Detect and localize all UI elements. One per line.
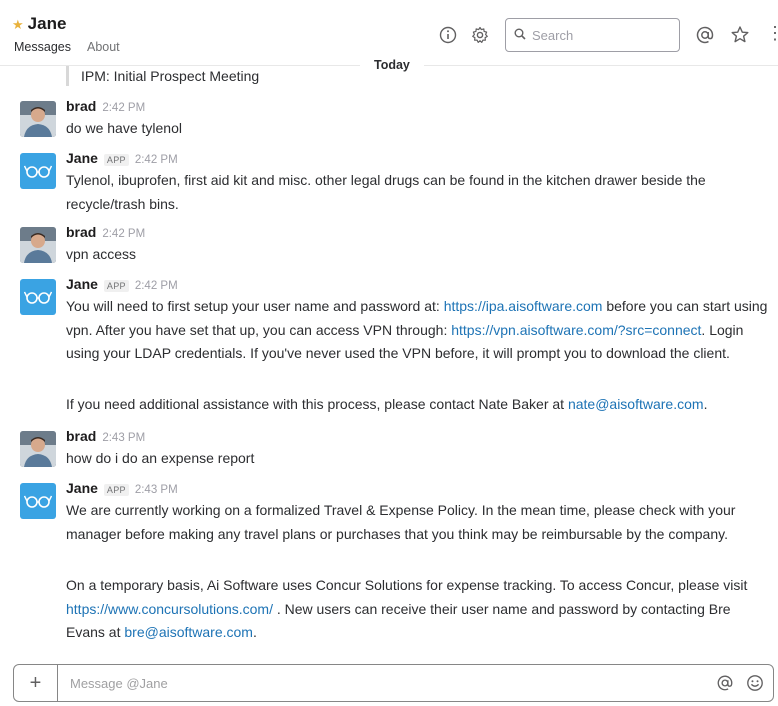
link-email-nate[interactable]: nate@aisoftware.com	[568, 396, 704, 412]
author-name[interactable]: Jane	[66, 150, 98, 166]
message-header: brad 2:42 PM	[66, 224, 145, 240]
message-text: vpn access	[66, 246, 137, 262]
message-time[interactable]: 2:42 PM	[135, 154, 178, 166]
message-text: If you need additional assistance with t…	[66, 393, 770, 417]
avatar-jane-glasses-icon[interactable]	[20, 279, 56, 315]
quoted-text: IPM: Initial Prospect Meeting	[81, 68, 260, 84]
message-header: Jane APP 2:42 PM	[66, 150, 178, 166]
quoted-attachment: IPM: Initial Prospect Meeting	[66, 66, 259, 86]
message-time[interactable]: 2:43 PM	[135, 484, 178, 496]
author-name[interactable]: brad	[66, 98, 96, 114]
avatar-jane-glasses-icon[interactable]	[20, 483, 56, 519]
app-badge: APP	[103, 154, 129, 166]
link-vpn[interactable]: https://vpn.aisoftware.com/?src=connect	[451, 322, 701, 338]
link-email-bre[interactable]: bre@aisoftware.com	[124, 624, 253, 640]
avatar-brad[interactable]	[20, 101, 56, 137]
search-icon	[514, 28, 526, 43]
author-name[interactable]: brad	[66, 428, 96, 444]
quote-bar	[66, 66, 69, 86]
header-tabs: Messages About	[14, 40, 120, 54]
author-name[interactable]: brad	[66, 224, 96, 240]
app-badge: APP	[103, 484, 129, 496]
message-time[interactable]: 2:42 PM	[135, 280, 178, 292]
message-input[interactable]	[58, 675, 713, 691]
search-box[interactable]	[505, 18, 680, 52]
message-time[interactable]: 2:42 PM	[102, 102, 145, 114]
message-composer: +	[13, 664, 774, 702]
star-outline-icon[interactable]	[729, 24, 751, 46]
app-badge: APP	[103, 280, 129, 292]
message-list: IPM: Initial Prospect Meeting brad 2:42 …	[0, 66, 778, 656]
message-text: Tylenol, ibuprofen, first aid kit and mi…	[66, 172, 706, 212]
avatar-brad[interactable]	[20, 227, 56, 263]
link-ipa[interactable]: https://ipa.aisoftware.com	[444, 298, 603, 314]
message-text: On a temporary basis, Ai Software uses C…	[66, 574, 770, 645]
avatar-jane-glasses-icon[interactable]	[20, 153, 56, 189]
text-segment: .	[252, 624, 257, 640]
message-header: Jane APP 2:42 PM	[66, 276, 178, 292]
text-segment: .	[703, 396, 708, 412]
more-options-icon[interactable]: ⋮	[766, 24, 778, 42]
channel-header: ★ Jane Messages About ⋮	[0, 0, 778, 64]
text-segment: If you need additional assistance with t…	[66, 396, 568, 412]
avatar-brad[interactable]	[20, 431, 56, 467]
message-header: brad 2:42 PM	[66, 98, 145, 114]
emoji-icon[interactable]	[743, 671, 767, 695]
mention-at-icon[interactable]	[713, 671, 737, 695]
mentions-at-icon[interactable]	[694, 24, 716, 46]
message-text: You will need to first setup your user n…	[66, 295, 770, 366]
message-time[interactable]: 2:42 PM	[102, 228, 145, 240]
message-text: how do i do an expense report	[66, 450, 255, 466]
author-name[interactable]: Jane	[66, 480, 98, 496]
message-header: Jane APP 2:43 PM	[66, 480, 178, 496]
channel-title[interactable]: ★ Jane	[12, 14, 66, 34]
text-segment: On a temporary basis, Ai Software uses C…	[66, 577, 748, 593]
author-name[interactable]: Jane	[66, 276, 98, 292]
tab-messages[interactable]: Messages	[14, 40, 71, 54]
attach-plus-button[interactable]: +	[14, 665, 58, 701]
info-icon[interactable]	[437, 24, 459, 46]
link-concur[interactable]: https://www.concursolutions.com/	[66, 601, 273, 617]
starred-star-icon[interactable]: ★	[12, 18, 24, 31]
text-segment: You will need to first setup your user n…	[66, 298, 444, 314]
search-input[interactable]	[532, 27, 672, 43]
channel-name: Jane	[27, 14, 67, 33]
message-header: brad 2:43 PM	[66, 428, 145, 444]
message-time[interactable]: 2:43 PM	[102, 432, 145, 444]
gear-icon[interactable]	[469, 24, 491, 46]
tab-about[interactable]: About	[87, 40, 120, 54]
message-text: We are currently working on a formalized…	[66, 502, 736, 542]
message-text: do we have tylenol	[66, 120, 182, 136]
